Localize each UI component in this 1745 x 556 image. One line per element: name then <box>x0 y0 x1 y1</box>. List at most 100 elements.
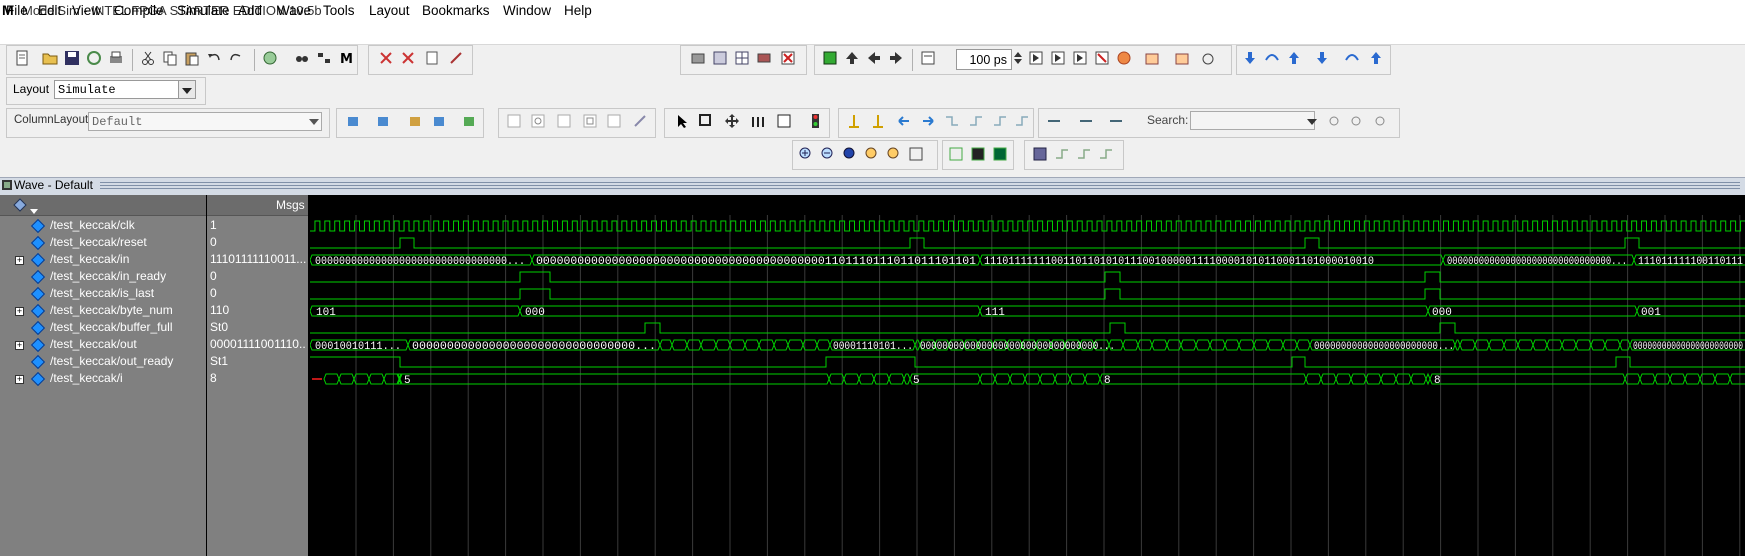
format-box-icon[interactable] <box>582 113 600 131</box>
menu-compile[interactable]: Compile <box>114 3 164 18</box>
zoom-range-icon[interactable] <box>908 146 926 164</box>
falling-edge-icon[interactable] <box>944 113 962 131</box>
zoom-last-icon[interactable] <box>886 146 904 164</box>
signal-name[interactable]: /test_keccak/buffer_full <box>50 320 173 334</box>
search-options-icon[interactable] <box>1374 113 1392 131</box>
hand-icon[interactable] <box>1200 50 1218 68</box>
add-wave-icon[interactable] <box>346 113 364 131</box>
signal-row[interactable]: /test_keccak/reset 0 <box>0 235 308 252</box>
new-file-icon[interactable] <box>14 50 32 68</box>
signal-row[interactable]: /test_keccak/clk 1 <box>0 218 308 235</box>
grid-icon[interactable] <box>1032 146 1050 164</box>
add-group-icon[interactable] <box>408 113 426 131</box>
signal-name[interactable]: /test_keccak/byte_num <box>50 303 173 317</box>
restart-icon[interactable] <box>822 50 840 68</box>
signal-row[interactable]: + /test_keccak/byte_num 110 <box>0 303 308 320</box>
run-time-input[interactable] <box>956 49 1012 70</box>
dataflow-icon[interactable] <box>712 50 730 68</box>
menu-file[interactable]: File <box>6 3 28 18</box>
expand-icon[interactable]: + <box>15 341 24 350</box>
sim-config-icon[interactable] <box>690 50 708 68</box>
traffic-light-icon[interactable] <box>808 113 826 131</box>
signal-name[interactable]: /test_keccak/reset <box>50 235 147 249</box>
wand-icon[interactable] <box>632 113 650 131</box>
search-prev-icon[interactable] <box>1328 113 1346 131</box>
format-icon[interactable] <box>316 50 334 68</box>
break-all-icon[interactable] <box>400 50 418 68</box>
table-icon[interactable] <box>734 50 752 68</box>
cut-icon[interactable] <box>140 50 158 68</box>
menu-add[interactable]: Add <box>238 3 262 18</box>
undo-icon[interactable] <box>206 50 224 68</box>
stop-sim-icon[interactable] <box>1116 50 1134 68</box>
expand-icon[interactable]: + <box>15 256 24 265</box>
waveform-display[interactable]: 00000000000000000000000000000000... 00000… <box>310 215 1745 556</box>
reload-icon[interactable] <box>86 50 104 68</box>
menu-wave[interactable]: Wave <box>277 3 311 18</box>
signal-name[interactable]: /test_keccak/is_last <box>50 286 154 300</box>
signal-name[interactable]: /test_keccak/in_ready <box>50 269 166 283</box>
rising-edge-icon[interactable] <box>968 113 986 131</box>
menu-bookmarks[interactable]: Bookmarks <box>422 3 490 18</box>
signal-row[interactable]: /test_keccak/buffer_full St0 <box>0 320 308 337</box>
collapse-time-icon[interactable] <box>1078 113 1096 131</box>
menu-simulate[interactable]: Simulate <box>177 3 230 18</box>
signal-row[interactable]: /test_keccak/is_last 0 <box>0 286 308 303</box>
edge-3-icon[interactable] <box>1098 146 1116 164</box>
chevron-down-icon[interactable] <box>178 81 195 98</box>
zoom-mode-icon[interactable] <box>698 113 716 131</box>
menu-help[interactable]: Help <box>564 3 592 18</box>
compile-icon[interactable] <box>262 50 280 68</box>
expand-icon[interactable]: + <box>15 375 24 384</box>
signal-name[interactable]: /test_keccak/out <box>50 337 137 351</box>
wave-style-2-icon[interactable] <box>970 146 988 164</box>
memory-icon[interactable] <box>756 50 774 68</box>
format-logic-icon[interactable] <box>530 113 548 131</box>
layout-select[interactable]: Simulate <box>54 80 196 99</box>
select-pointer-icon[interactable] <box>674 113 692 131</box>
copy-icon[interactable] <box>162 50 180 68</box>
signal-row[interactable]: + /test_keccak/in 11101111110011... <box>0 252 308 269</box>
redo-icon[interactable] <box>228 50 246 68</box>
step-into-list-icon[interactable] <box>1314 50 1332 68</box>
menu-view[interactable]: View <box>72 3 101 18</box>
signal-name[interactable]: /test_keccak/out_ready <box>50 354 173 368</box>
performance-icon[interactable] <box>1174 50 1192 68</box>
spin-icon[interactable] <box>1013 50 1023 68</box>
pan-mode-icon[interactable] <box>724 113 742 131</box>
delta-time-icon[interactable] <box>1108 113 1126 131</box>
close-sim-icon[interactable] <box>780 50 798 68</box>
step-into-icon[interactable] <box>1242 50 1260 68</box>
menu-window[interactable]: Window <box>503 3 551 18</box>
zoom-full-icon[interactable] <box>842 146 860 164</box>
format-literal-icon[interactable] <box>506 113 524 131</box>
add-divider-icon[interactable] <box>432 113 450 131</box>
signal-row[interactable]: /test_keccak/out_ready St1 <box>0 354 308 371</box>
clear-icon[interactable] <box>424 50 442 68</box>
export-icon[interactable] <box>462 113 480 131</box>
step-out-list-icon[interactable] <box>1368 50 1386 68</box>
step-out-icon[interactable] <box>1286 50 1304 68</box>
zoom-in-icon[interactable] <box>798 146 816 164</box>
prev-edge-icon[interactable] <box>896 113 914 131</box>
wave-edit-icon[interactable] <box>776 113 794 131</box>
signal-name[interactable]: /test_keccak/i <box>50 371 123 385</box>
signal-row[interactable]: + /test_keccak/out 00001111001110... <box>0 337 308 354</box>
print-icon[interactable] <box>108 50 126 68</box>
find-icon[interactable] <box>294 50 312 68</box>
step-up-icon[interactable] <box>844 50 862 68</box>
last-edge-icon[interactable] <box>1014 113 1032 131</box>
step-over-list-icon[interactable] <box>1344 50 1362 68</box>
signal-name[interactable]: /test_keccak/in <box>50 252 129 266</box>
step-over-icon[interactable] <box>1264 50 1282 68</box>
expand-time-icon[interactable] <box>1046 113 1064 131</box>
signal-row[interactable]: /test_keccak/in_ready 0 <box>0 269 308 286</box>
run-all-icon[interactable] <box>1072 50 1090 68</box>
search-input[interactable] <box>1190 111 1315 130</box>
menu-edit[interactable]: Edit <box>38 3 61 18</box>
format-event-icon[interactable] <box>556 113 574 131</box>
profile-icon[interactable] <box>1144 50 1162 68</box>
chevron-down-icon[interactable] <box>306 113 321 130</box>
wave-add-icon[interactable] <box>12 197 28 213</box>
signal-name[interactable]: /test_keccak/clk <box>50 218 135 232</box>
